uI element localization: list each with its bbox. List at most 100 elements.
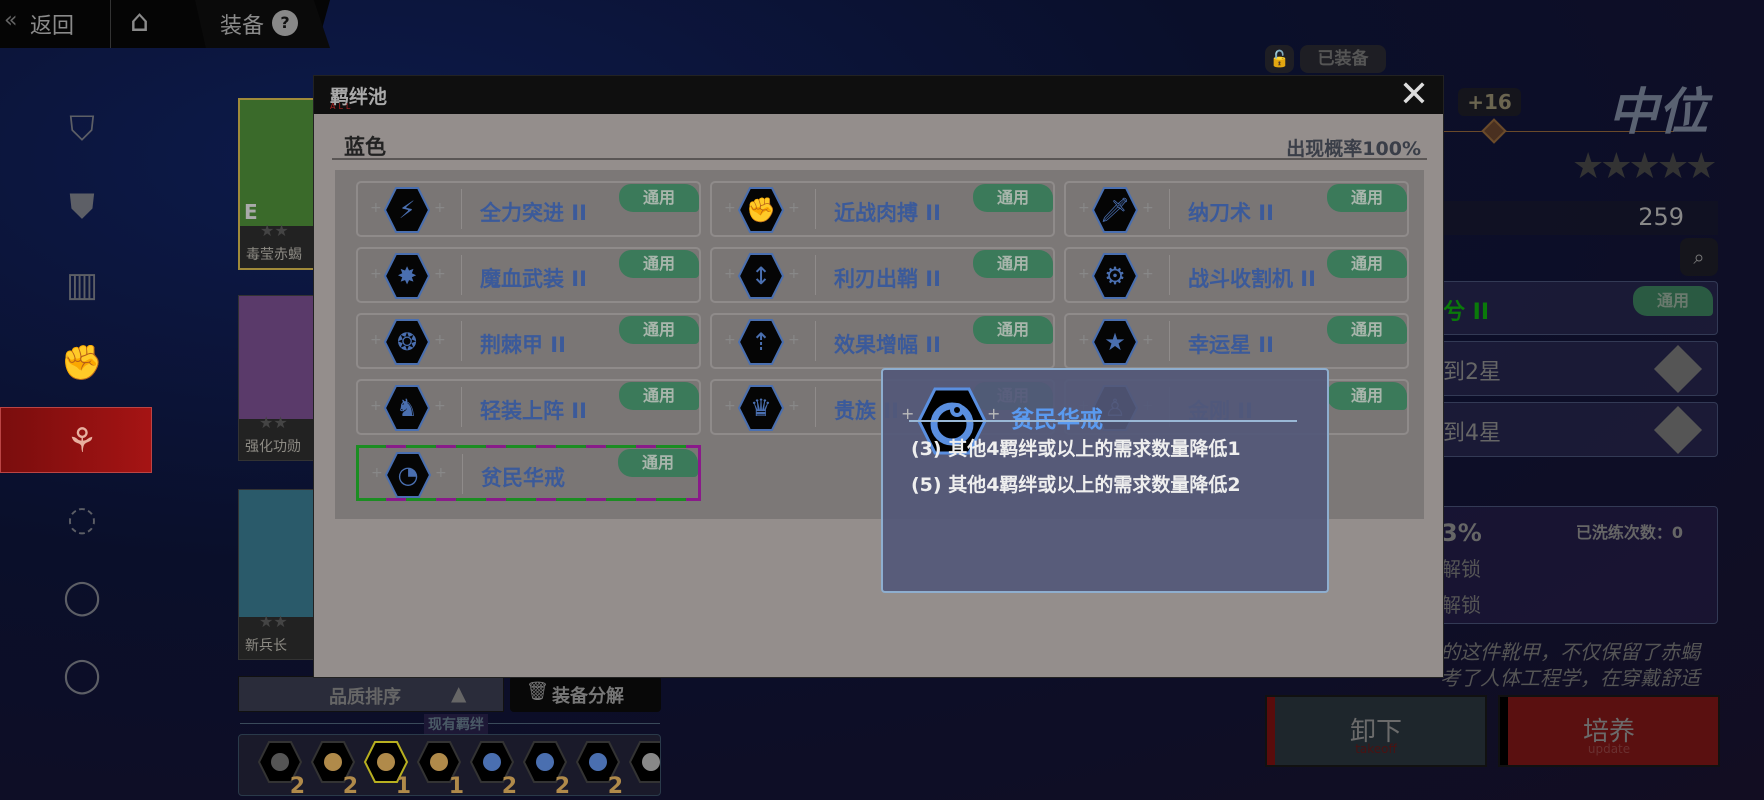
boots-icon[interactable]: ⚘ <box>58 417 106 465</box>
refine-count: 已洗练次数：0 <box>1575 523 1683 542</box>
bond-cell[interactable]: + + ⚙ 战斗收割机 II 通用 <box>1064 247 1409 303</box>
tooltip-divider <box>909 420 1297 422</box>
general-badge: 通用 <box>619 184 699 212</box>
general-badge: 通用 <box>1633 286 1713 316</box>
takeoff-sublabel: takeoff <box>1355 742 1397 756</box>
bond-cell[interactable]: + + 🗡 纳刀术 II 通用 <box>1064 181 1409 237</box>
divider <box>1169 189 1170 229</box>
bonds-strip: 2 2 1 1 2 2 2 <box>238 734 661 796</box>
gloves-icon[interactable]: ✊ <box>58 339 106 387</box>
upgrade-row[interactable]: 到2星 <box>1440 341 1718 396</box>
blade-icon[interactable]: 2 <box>469 739 519 796</box>
rank-label: 中位 <box>1608 83 1708 141</box>
bond-row[interactable]: 兮 II 通用 <box>1440 281 1718 335</box>
general-badge: 通用 <box>619 316 699 344</box>
plus-icon: + <box>788 266 800 282</box>
equipment-card[interactable]: ★★ 毒莹赤蝎 E <box>238 98 315 270</box>
helmet-icon[interactable]: ⛉ <box>58 105 106 153</box>
plus-icon: + <box>434 332 446 348</box>
general-badge: 通用 <box>1327 184 1407 212</box>
bond-count: 2 <box>501 774 517 796</box>
equipment-card[interactable]: ★★ 新兵长 <box>238 489 315 660</box>
bond-name: 利刃出鞘 II <box>834 267 941 291</box>
plus-icon: + <box>370 332 382 348</box>
upgrade-button[interactable]: 培养 update <box>1498 695 1720 767</box>
bond-name: 战斗收割机 II <box>1188 267 1316 291</box>
buff-figure-icon: ⇡ <box>750 328 772 356</box>
sort-button[interactable]: 品质排序 ▲ <box>238 676 504 712</box>
general-badge: 通用 <box>1327 250 1407 278</box>
pants-icon[interactable]: ▥ <box>58 261 106 309</box>
divider <box>461 189 462 229</box>
probability-label: 出现概率100% <box>1286 138 1421 160</box>
close-icon[interactable]: ✕ <box>1399 74 1429 115</box>
bond-cell[interactable]: + + ↕ 利刃出鞘 II 通用 <box>710 247 1055 303</box>
bond-count: 2 <box>607 774 623 796</box>
upgrade-sublabel: update <box>1587 742 1631 756</box>
locked-diamond-icon <box>1653 405 1703 455</box>
lock-icon[interactable]: 🔓 <box>1265 45 1294 73</box>
search-icon[interactable]: ⌕ <box>1680 238 1718 276</box>
diamond-icon <box>1481 118 1507 144</box>
equipped-badge: 已装备 <box>1300 45 1386 73</box>
sort-label: 品质排序 <box>329 687 401 708</box>
dash-icon[interactable] <box>628 739 660 793</box>
decompose-button[interactable]: 🗑 装备分解 <box>510 676 661 712</box>
divider <box>815 321 816 361</box>
slash-icon[interactable]: 1 <box>363 739 413 795</box>
bond-cell[interactable]: + + ⇡ 效果增幅 II 通用 <box>710 313 1055 369</box>
upgrade-row[interactable]: 到4星 <box>1440 402 1718 457</box>
plus-icon: + <box>788 398 800 414</box>
figure-icon[interactable]: 2 <box>575 739 625 796</box>
general-badge: 通用 <box>973 250 1053 278</box>
refine-panel: 3% 已洗练次数：0 解锁 解锁 <box>1440 506 1718 624</box>
bond-cell[interactable]: + + ◔ 贫民华戒 通用 <box>356 445 701 501</box>
home-icon[interactable]: ⌂ <box>130 4 149 39</box>
bond-cell[interactable]: + + ⚡ 全力突进 II 通用 <box>356 181 701 237</box>
plus-icon: + <box>370 200 382 216</box>
trash-icon: 🗑 <box>526 681 549 702</box>
burst-figure-icon: ✸ <box>396 262 418 290</box>
plus-icon: + <box>435 465 447 481</box>
power-value: 259 <box>1638 203 1684 231</box>
bond-cell[interactable]: + + ♞ 轻装上阵 II 通用 <box>356 379 701 435</box>
general-badge: 通用 <box>619 382 699 410</box>
plus-icon: + <box>1078 332 1090 348</box>
locked-diamond-icon <box>1653 344 1703 394</box>
equipment-image <box>239 296 314 419</box>
necklace-icon[interactable]: ◌ <box>58 495 106 543</box>
burst-icon[interactable]: 1 <box>416 739 466 795</box>
bond-name: 贫民华戒 <box>481 466 565 490</box>
back-chevron-icon[interactable]: « <box>4 8 17 33</box>
bond-cell[interactable]: + + ★ 幸运星 II 通用 <box>1064 313 1409 369</box>
bond-count: 2 <box>554 774 570 796</box>
back-button[interactable]: 返回 <box>30 8 74 40</box>
star-rating: ★★ <box>259 612 288 631</box>
description-line: 考了人体工程学，在穿戴舒适 <box>1440 666 1700 690</box>
bond-cell[interactable]: + + ❂ 荆棘甲 II 通用 <box>356 313 701 369</box>
bond-cell[interactable]: + + ✊ 近战肉搏 II 通用 <box>710 181 1055 237</box>
plus-icon: + <box>724 332 736 348</box>
ring2-icon[interactable]: ◯ <box>58 651 106 699</box>
general-badge: 通用 <box>618 449 698 477</box>
plus-icon: + <box>724 266 736 282</box>
plus-icon: + <box>434 266 446 282</box>
divider <box>461 387 462 427</box>
plus-icon: + <box>788 200 800 216</box>
cannon-icon[interactable]: 2 <box>257 739 307 796</box>
general-badge: 通用 <box>973 184 1053 212</box>
divider <box>1169 321 1170 361</box>
plus-icon: + <box>724 398 736 414</box>
takeoff-button[interactable]: 卸下 takeoff <box>1265 695 1487 767</box>
armor-icon[interactable]: ⛊ <box>58 183 106 231</box>
bond-cell[interactable]: + + ✸ 魔血武装 II 通用 <box>356 247 701 303</box>
plus-weapon-icon[interactable]: 2 <box>310 739 360 795</box>
bond-count: 2 <box>289 774 305 796</box>
upgrade-label: 培养 <box>1582 717 1635 747</box>
help-icon[interactable]: ? <box>272 10 298 36</box>
equipment-card[interactable]: ★★ 强化功勋 <box>238 295 315 461</box>
ring-icon[interactable]: ◯ <box>58 573 106 621</box>
refine-percent: 3% <box>1441 519 1482 547</box>
thorn-icon[interactable]: 2 <box>522 739 572 796</box>
ring-nut-icon: ◔ <box>397 461 419 489</box>
